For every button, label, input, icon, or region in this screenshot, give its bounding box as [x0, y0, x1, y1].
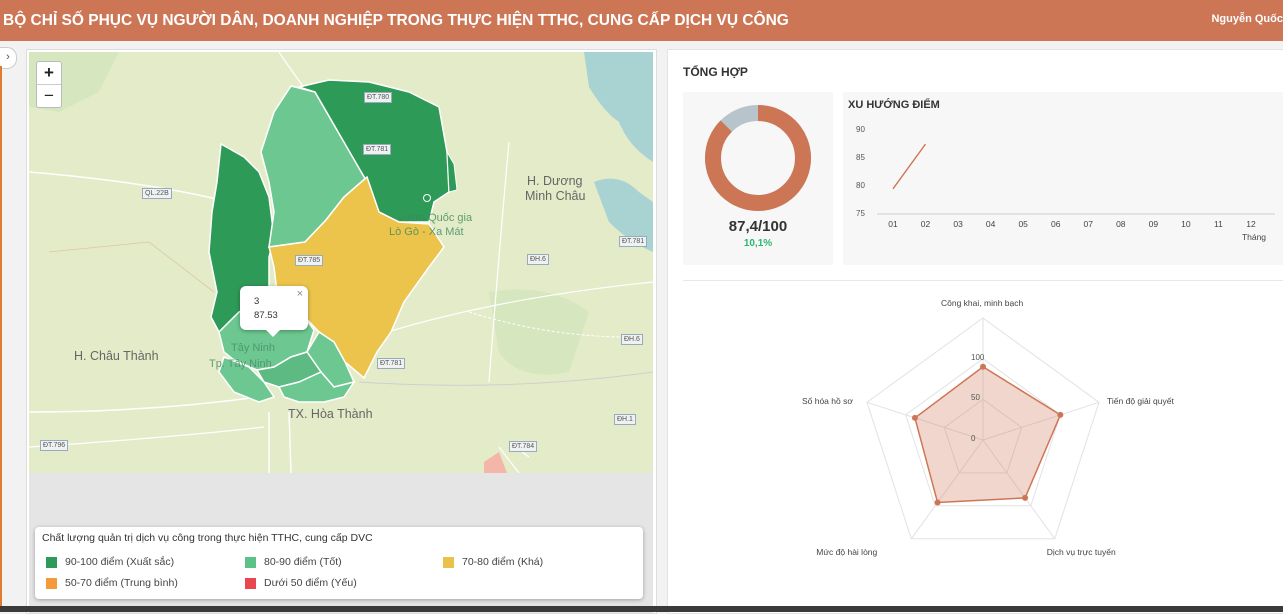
- map-popup: 3 87.53 ×: [240, 286, 308, 337]
- x-tick-label: 03: [953, 219, 963, 229]
- summary-title: TỔNG HỢP: [683, 65, 748, 79]
- series-line-segment: [892, 143, 927, 190]
- x-tick-label: 02: [920, 219, 931, 229]
- chevron-right-icon: ›: [6, 51, 10, 63]
- x-tick-label: 06: [1050, 219, 1061, 229]
- radar-point: [1057, 411, 1064, 418]
- x-tick-label: 08: [1116, 219, 1126, 229]
- x-axis-label: Tháng: [1241, 232, 1267, 242]
- x-tick-label: 12: [1246, 219, 1256, 229]
- legend-label: Dưới 50 điểm (Yếu): [264, 577, 357, 589]
- legend-item: Dưới 50 điểm (Yếu): [245, 577, 357, 589]
- legend-item: 50-70 điểm (Trung bình): [46, 577, 178, 589]
- radar-point: [1022, 494, 1029, 501]
- legend-item: 70-80 điểm (Khá): [443, 556, 543, 568]
- place-label: TX. Hòa Thành: [288, 407, 373, 421]
- popup-rank: 3: [254, 296, 260, 307]
- road-label: ĐT.784: [509, 441, 538, 452]
- x-tick-label: 01: [888, 219, 898, 229]
- legend-swatch: [245, 577, 256, 589]
- radar-axis-label: Dịch vụ trực tuyến: [1046, 546, 1116, 557]
- district-map[interactable]: H. Dương Minh Châu H. Châu Thành TX. Hòa…: [29, 52, 653, 473]
- radar-chart: [866, 317, 1100, 540]
- x-tick-label: 07: [1083, 219, 1093, 229]
- divider: [683, 280, 1283, 281]
- x-tick-label: 11: [1214, 219, 1223, 229]
- road-label: ĐT.780: [364, 92, 393, 103]
- trend-chart: [877, 143, 1275, 215]
- place-label: Lò Gò - Xa Mát: [389, 226, 464, 238]
- legend-swatch: [245, 556, 256, 568]
- trend-title: XU HƯỚNG ĐIỂM: [848, 99, 940, 111]
- radar-tick-label: 100: [971, 352, 985, 362]
- legend-label: 70-80 điểm (Khá): [462, 556, 544, 568]
- x-tick-label: 09: [1148, 219, 1159, 229]
- total-score: 87,4/100: [728, 218, 788, 235]
- y-tick-label: 85: [856, 153, 865, 162]
- place-label: Tp. Tây Ninh: [209, 358, 272, 370]
- y-tick-label: 75: [856, 209, 865, 218]
- place-label: H. Dương: [527, 174, 583, 188]
- zoom-in-button[interactable]: +: [37, 62, 61, 85]
- taskbar-strip: [0, 606, 1283, 612]
- road-label: ĐT.785: [295, 255, 324, 266]
- y-tick-label: 90: [856, 125, 865, 134]
- score-donut: [705, 105, 811, 211]
- legend-swatch: [443, 556, 454, 568]
- score-change: 10,1%: [743, 238, 773, 249]
- radar-point: [980, 363, 986, 370]
- sidebar-edge: [0, 66, 2, 612]
- x-tick-label: 04: [985, 219, 996, 229]
- road-label: ĐT.796: [40, 440, 69, 451]
- road-label: ĐH.1: [614, 414, 636, 425]
- road-label: ĐH.6: [621, 334, 643, 345]
- legend-item: 80-90 điểm (Tốt): [245, 556, 342, 568]
- y-tick-label: 80: [856, 181, 865, 190]
- user-name[interactable]: Nguyễn Quốc: [1211, 13, 1283, 25]
- close-icon[interactable]: ×: [297, 288, 303, 300]
- header-bar: BỘ CHỈ SỐ PHỤC VỤ NGƯỜI DÂN, DOANH NGHIỆ…: [0, 0, 1283, 41]
- radar-axis-label: Mức độ hài lòng: [816, 546, 878, 557]
- road-label: QL.22B: [142, 188, 172, 199]
- legend-swatch: [46, 556, 57, 568]
- popup-score: 87.53: [254, 310, 278, 321]
- radar-tick-label: 0: [971, 434, 976, 443]
- radar-point: [911, 414, 918, 421]
- legend-label: 90-100 điểm (Xuất sắc): [65, 556, 175, 568]
- radar-point: [934, 499, 941, 506]
- legend-title: Chất lượng quản trị dịch vụ công trong t…: [42, 532, 373, 544]
- x-tick-label: 10: [1181, 219, 1191, 229]
- zoom-out-button[interactable]: −: [37, 85, 61, 107]
- sidebar-toggle-button[interactable]: ›: [0, 47, 17, 69]
- legend-swatch: [46, 577, 57, 589]
- page-title: BỘ CHỈ SỐ PHỤC VỤ NGƯỜI DÂN, DOANH NGHIỆ…: [3, 11, 789, 29]
- road-label: ĐT.781: [377, 358, 406, 369]
- legend-label: 50-70 điểm (Trung bình): [65, 577, 178, 589]
- map-legend: Chất lượng quản trị dịch vụ công trong t…: [35, 527, 643, 599]
- place-label: Tây Ninh: [231, 342, 276, 354]
- radar-axis-label: Số hóa hồ sơ: [801, 396, 853, 407]
- radar-axis-label: Công khai, minh bạch: [941, 298, 1024, 308]
- zoom-control: + −: [36, 61, 62, 108]
- donut-fill: [705, 105, 811, 211]
- road-label: ĐT.781: [363, 144, 392, 155]
- legend-label: 80-90 điểm (Tốt): [264, 556, 342, 568]
- radar-axis-label: Tiến độ giải quyết: [1107, 396, 1174, 407]
- road-label: ĐH.6: [527, 254, 549, 265]
- place-label: Minh Châu: [525, 189, 586, 203]
- x-tick-label: 05: [1018, 219, 1028, 229]
- place-label: H. Châu Thành: [74, 349, 159, 363]
- road-label: ĐT.781: [619, 236, 648, 247]
- radar-tick-label: 50: [971, 393, 980, 403]
- legend-item: 90-100 điểm (Xuất sắc): [46, 556, 174, 568]
- place-label: Vườn Quốc gia: [397, 212, 473, 224]
